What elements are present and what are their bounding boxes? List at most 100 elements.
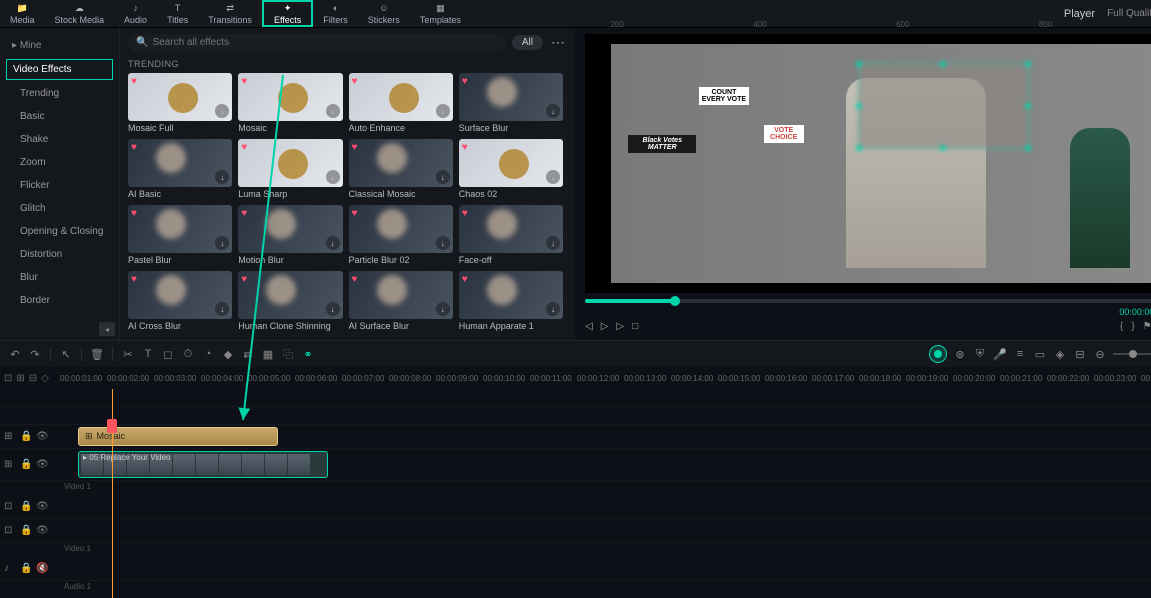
download-icon[interactable]: ↓ [436,236,450,250]
split-button[interactable]: ✂ [121,347,135,361]
heart-icon[interactable]: ♥ [352,274,364,286]
track-type-icon[interactable]: ⊞ [4,459,16,470]
bracket-open-icon[interactable]: { [1120,321,1123,332]
effect-thumb[interactable]: ♥↓ [238,205,342,253]
download-icon[interactable]: ↓ [215,302,229,316]
track-type-icon[interactable]: ⊞ [4,431,16,442]
sidebar-video-effects[interactable]: Video Effects [6,59,113,80]
quality-select[interactable]: Full Quality [1107,8,1151,19]
track-lock-icon[interactable]: 🔒 [20,525,32,536]
download-icon[interactable]: ↓ [215,236,229,250]
effect-thumb[interactable]: ♥↓ [238,73,342,121]
effect-card-chaos-02[interactable]: ♥↓Chaos 02 [459,139,563,199]
mic-icon[interactable]: 🎤 [993,347,1007,361]
render-button[interactable]: ⊛ [953,347,967,361]
heart-icon[interactable]: ♥ [462,274,474,286]
track-lock-icon[interactable]: ⊡ [4,373,12,384]
top-tab-transitions[interactable]: ⇄Transitions [198,0,262,27]
heart-icon[interactable]: ♥ [352,142,364,154]
text-tool[interactable]: T [141,347,155,361]
stop-button[interactable]: □ [632,321,638,332]
sidebar-item-opening-closing[interactable]: Opening & Closing [0,220,119,243]
download-icon[interactable]: ↓ [326,236,340,250]
track-lock-icon[interactable]: 🔒 [20,431,32,442]
sidebar-item-shake[interactable]: Shake [0,128,119,151]
effect-thumb[interactable]: ♥↓ [128,73,232,121]
playhead-marker[interactable] [107,419,117,433]
sidebar-item-flicker[interactable]: Flicker [0,174,119,197]
color-tool[interactable]: ◔ [201,347,215,361]
mask-tool[interactable]: ▦ [261,347,275,361]
sidebar-item-glitch[interactable]: Glitch [0,197,119,220]
sidebar-item-border[interactable]: Border [0,289,119,312]
track-eye-icon[interactable]: 👁 [36,431,48,442]
download-icon[interactable]: ↓ [215,170,229,184]
effect-thumb[interactable]: ♥↓ [128,139,232,187]
heart-icon[interactable]: ♥ [462,208,474,220]
record-button[interactable] [929,345,947,363]
effect-thumb[interactable]: ♥↓ [459,73,563,121]
pointer-tool[interactable]: ↖ [59,347,73,361]
track-eye-icon[interactable]: 👁 [36,525,48,536]
top-tab-audio[interactable]: ♪Audio [114,0,157,27]
effect-card-surface-blur[interactable]: ♥↓Surface Blur [459,73,563,133]
effect-card-ai-surface-blur[interactable]: ♥↓AI Surface Blur [349,271,453,331]
top-tab-stock-media[interactable]: ☁Stock Media [45,0,115,27]
redo-button[interactable]: ↷ [28,347,42,361]
snap-icon[interactable]: ⊟ [1073,347,1087,361]
download-icon[interactable]: ↓ [326,104,340,118]
heart-icon[interactable]: ♥ [241,76,253,88]
heart-icon[interactable]: ♥ [241,274,253,286]
heart-icon[interactable]: ♥ [241,208,253,220]
heart-icon[interactable]: ♥ [352,208,364,220]
effect-thumb[interactable]: ♥↓ [238,139,342,187]
bracket-close-icon[interactable]: } [1131,321,1134,332]
effect-thumb[interactable]: ♥↓ [459,139,563,187]
next-button[interactable]: ▷ [616,321,624,332]
marker-icon[interactable]: ⚑ [1143,321,1151,332]
effect-thumb[interactable]: ♥↓ [128,271,232,319]
download-icon[interactable]: ↓ [546,236,560,250]
effect-thumb[interactable]: ♥↓ [349,73,453,121]
effect-card-human-apparate-1[interactable]: ♥↓Human Apparate 1 [459,271,563,331]
crop-tool[interactable]: ◻ [161,347,175,361]
marker-add-icon[interactable]: ◈ [1053,347,1067,361]
effect-card-human-clone-shinning[interactable]: ♥↓Human Clone Shinning [238,271,342,331]
heart-icon[interactable]: ♥ [462,76,474,88]
collapse-sidebar-button[interactable]: ◂ [99,322,115,336]
play-button[interactable]: ▷ [601,321,609,332]
top-tab-titles[interactable]: TTitles [157,0,198,27]
undo-button[interactable]: ↶ [8,347,22,361]
effect-thumb[interactable]: ♥↓ [349,271,453,319]
prev-button[interactable]: ◁ [585,321,593,332]
track-lock-icon[interactable]: 🔒 [20,563,32,574]
effect-card-luma-sharp[interactable]: ♥↓Luma Sharp [238,139,342,199]
effect-thumb[interactable]: ♥↓ [128,205,232,253]
sidebar-item-distortion[interactable]: Distortion [0,243,119,266]
mosaic-selection-box[interactable] [858,63,1029,149]
heart-icon[interactable]: ♥ [131,208,143,220]
sidebar-item-trending[interactable]: Trending [0,82,119,105]
sidebar-item-basic[interactable]: Basic [0,105,119,128]
search-input[interactable]: 🔍 Search all effects [128,34,506,51]
download-icon[interactable]: ↓ [546,170,560,184]
shield-icon[interactable]: ⛨ [973,347,987,361]
track-vis-icon[interactable]: ⊞ [16,373,24,384]
download-icon[interactable]: ↓ [546,104,560,118]
download-icon[interactable]: ↓ [436,104,450,118]
track-lock-icon[interactable]: 🔒 [20,459,32,470]
screen-icon[interactable]: ▭ [1033,347,1047,361]
effect-card-auto-enhance[interactable]: ♥↓Auto Enhance [349,73,453,133]
effect-thumb[interactable]: ♥↓ [459,271,563,319]
group-tool[interactable]: ⿻ [281,347,295,361]
download-icon[interactable]: ↓ [436,170,450,184]
zoom-out-button[interactable]: ⊖ [1093,347,1107,361]
effect-card-pastel-blur[interactable]: ♥↓Pastel Blur [128,205,232,265]
adjust-tool[interactable]: ⇄ [241,347,255,361]
top-tab-media[interactable]: 📁Media [0,0,45,27]
track-mute-icon[interactable]: ⊟ [29,373,37,384]
mixer-icon[interactable]: ≡ [1013,347,1027,361]
effect-card-ai-basic[interactable]: ♥↓AI Basic [128,139,232,199]
effect-card-mosaic-full[interactable]: ♥↓Mosaic Full [128,73,232,133]
effect-card-classical-mosaic[interactable]: ♥↓Classical Mosaic [349,139,453,199]
